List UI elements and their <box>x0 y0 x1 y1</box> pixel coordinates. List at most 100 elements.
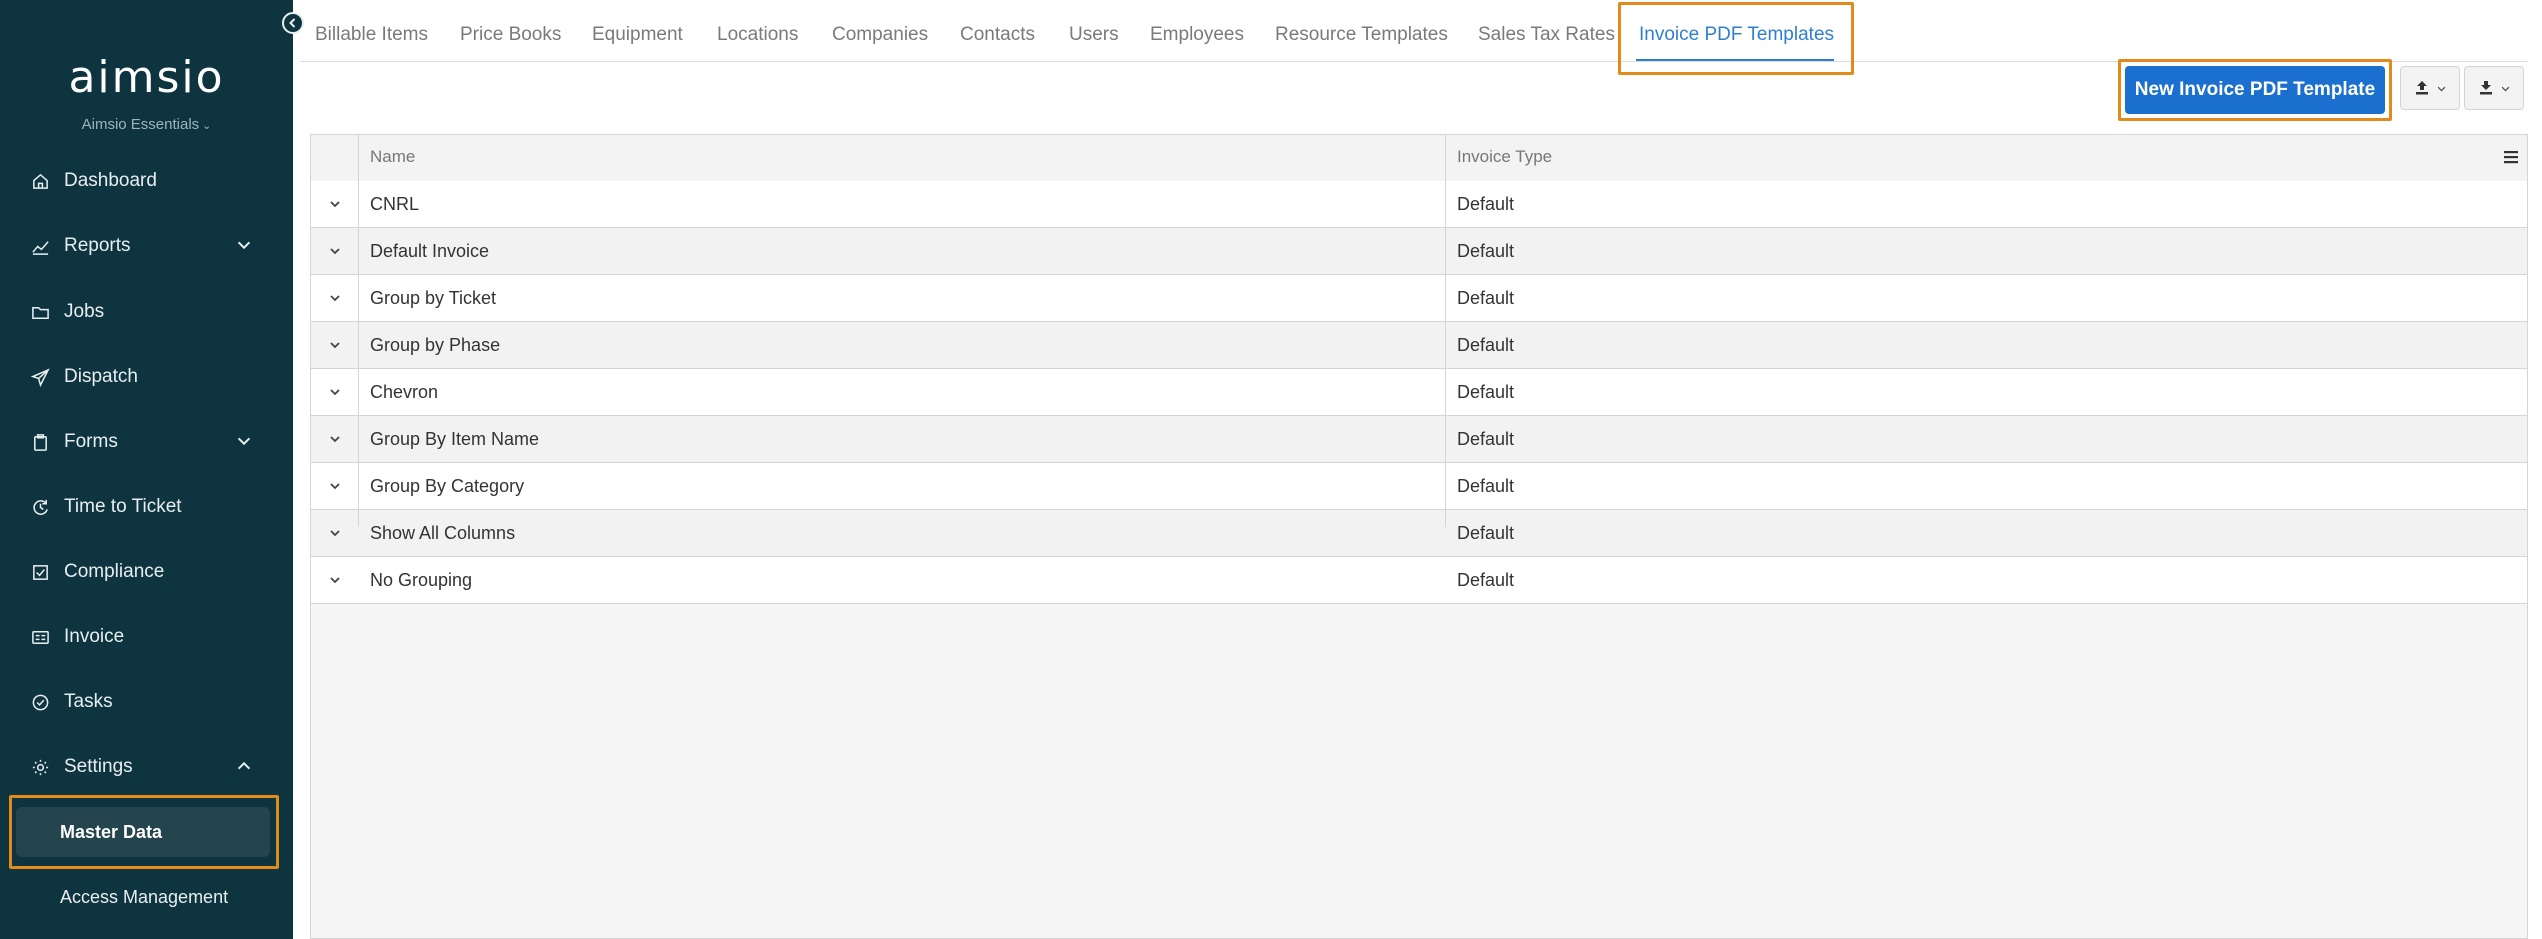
table-row[interactable]: Show All Columns Default <box>311 510 2527 557</box>
sidebar: aimsio Aimsio Essentials ⌄ Dashboard Repo… <box>0 0 293 939</box>
table-row[interactable]: Group by Phase Default <box>311 322 2527 369</box>
sidebar-item-time-to-ticket[interactable]: Time to Ticket <box>0 483 293 531</box>
row-expand-button[interactable] <box>311 322 358 368</box>
clock-arrow-icon <box>28 498 52 517</box>
table-row[interactable]: No Grouping Default <box>311 557 2527 604</box>
row-expand-button[interactable] <box>311 557 358 603</box>
chevron-down-icon <box>235 432 253 456</box>
cell-invoice-type: Default <box>1457 288 1515 308</box>
row-expand-button[interactable] <box>311 510 358 556</box>
download-menu-button[interactable] <box>2464 66 2524 110</box>
sidebar-item-tasks[interactable]: Tasks <box>0 678 293 726</box>
sidebar-subitem-label: Access Management <box>60 886 229 907</box>
logo: aimsio <box>68 52 225 103</box>
edition-label: Aimsio Essentials <box>81 116 200 133</box>
tab-locations[interactable]: Locations <box>717 24 798 46</box>
column-menu-icon[interactable] <box>2501 147 2521 167</box>
chevron-down-icon <box>329 342 340 349</box>
sidebar-item-label: Tasks <box>64 691 113 712</box>
row-expand-button[interactable] <box>311 181 358 227</box>
clipboard-icon <box>28 433 52 452</box>
gear-icon <box>28 758 52 777</box>
sidebar-item-forms[interactable]: Forms <box>0 418 293 466</box>
tab-invoice-pdf-templates[interactable]: Invoice PDF Templates <box>1639 24 1834 46</box>
sidebar-item-jobs[interactable]: Jobs <box>0 288 293 336</box>
sidebar-item-reports[interactable]: Reports <box>0 222 293 270</box>
table-row[interactable]: Group By Item Name Default <box>311 416 2527 463</box>
cell-name: Group By Category <box>370 476 525 496</box>
tab-price-books[interactable]: Price Books <box>460 24 561 46</box>
home-icon <box>28 172 52 191</box>
row-expand-button[interactable] <box>311 275 358 321</box>
cell-invoice-type: Default <box>1457 194 1515 214</box>
tab-employees[interactable]: Employees <box>1150 24 1244 46</box>
table-row[interactable]: Group by Ticket Default <box>311 275 2527 322</box>
chevron-down-icon <box>329 295 340 302</box>
chevron-down-icon <box>329 577 340 584</box>
table-row[interactable]: Chevron Default <box>311 369 2527 416</box>
chevron-down-icon <box>329 248 340 255</box>
table-row[interactable]: CNRL Default <box>311 181 2527 228</box>
cell-invoice-type: Default <box>1457 335 1515 355</box>
download-icon <box>2479 81 2492 95</box>
sidebar-item-label: Settings <box>64 756 133 777</box>
cell-name: Show All Columns <box>370 523 516 543</box>
chevron-down-icon <box>329 389 340 396</box>
sidebar-item-label: Dashboard <box>64 170 157 191</box>
sidebar-item-compliance[interactable]: Compliance <box>0 548 293 596</box>
paper-plane-icon <box>28 367 52 387</box>
tab-equipment[interactable]: Equipment <box>592 24 683 46</box>
compliance-icon <box>28 563 52 582</box>
tab-companies[interactable]: Companies <box>832 24 928 46</box>
cell-invoice-type: Default <box>1457 241 1515 261</box>
row-expand-button[interactable] <box>311 369 358 415</box>
row-expand-button[interactable] <box>311 416 358 462</box>
chevron-down-icon <box>329 201 340 208</box>
cell-name: Group by Phase <box>370 335 501 355</box>
sidebar-item-settings[interactable]: Settings <box>0 743 293 791</box>
chevron-down-icon <box>329 436 340 443</box>
cell-invoice-type: Default <box>1457 429 1515 449</box>
sidebar-item-dispatch[interactable]: Dispatch <box>0 353 293 401</box>
cell-name: Chevron <box>370 382 439 402</box>
sidebar-subitem-access-management[interactable]: Access Management <box>16 872 270 922</box>
column-header-invoice-type[interactable]: Invoice Type <box>1457 147 1552 167</box>
row-expand-button[interactable] <box>311 228 358 274</box>
sidebar-item-label: Forms <box>64 431 118 452</box>
chevron-down-icon: ⌄ <box>202 120 212 132</box>
check-circle-icon <box>28 693 52 712</box>
cell-name: No Grouping <box>370 570 473 590</box>
upload-icon <box>2415 81 2428 95</box>
active-tab-indicator <box>1636 59 1834 61</box>
tab-resource-templates[interactable]: Resource Templates <box>1275 24 1448 46</box>
column-header-name[interactable]: Name <box>370 147 415 167</box>
sidebar-item-label: Time to Ticket <box>64 496 182 517</box>
tab-sales-tax-rates[interactable]: Sales Tax Rates <box>1478 24 1615 46</box>
sidebar-item-label: Reports <box>64 235 131 256</box>
new-invoice-pdf-template-button[interactable]: New Invoice PDF Template <box>2125 66 2385 114</box>
cell-name: Default Invoice <box>370 241 490 261</box>
column-divider <box>358 135 359 527</box>
sidebar-item-label: Jobs <box>64 301 105 322</box>
chevron-left-icon <box>289 18 296 28</box>
tab-billable-items[interactable]: Billable Items <box>315 24 428 46</box>
tab-contacts[interactable]: Contacts <box>960 24 1035 46</box>
sidebar-item-label: Compliance <box>64 561 165 582</box>
table-row[interactable]: Group By Category Default <box>311 463 2527 510</box>
sidebar-subitem-master-data[interactable]: Master Data <box>16 807 270 857</box>
cell-invoice-type: Default <box>1457 476 1515 496</box>
edition-selector[interactable]: Aimsio Essentials ⌄ <box>0 116 293 133</box>
row-expand-button[interactable] <box>311 463 358 509</box>
upload-menu-button[interactable] <box>2400 66 2460 110</box>
cell-name: CNRL <box>370 194 420 214</box>
sidebar-item-invoice[interactable]: Invoice <box>0 613 293 661</box>
chart-icon <box>28 237 52 256</box>
cell-invoice-type: Default <box>1457 570 1515 590</box>
master-data-tabs: Billable Items Price Books Equipment Loc… <box>300 0 2528 62</box>
invoice-icon <box>28 628 52 647</box>
sidebar-item-dashboard[interactable]: Dashboard <box>0 157 293 205</box>
table-row[interactable]: Default Invoice Default <box>311 228 2527 275</box>
folder-icon <box>28 303 52 322</box>
chevron-down-icon <box>235 236 253 260</box>
tab-users[interactable]: Users <box>1069 24 1119 46</box>
